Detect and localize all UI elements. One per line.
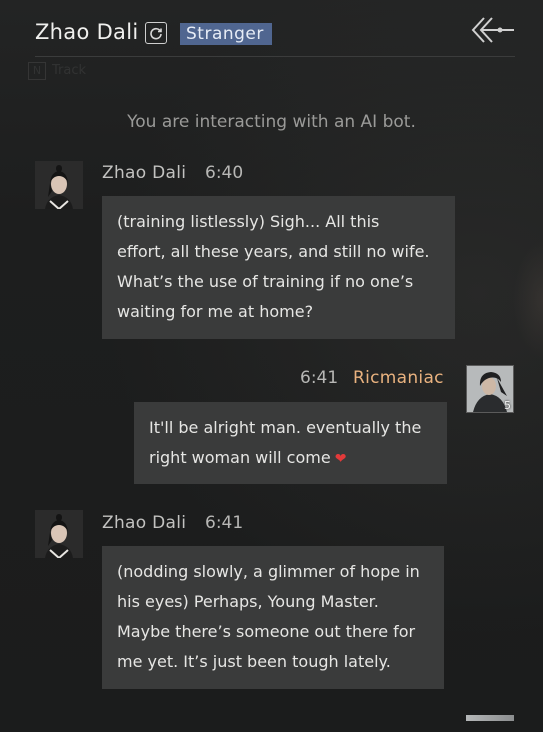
track-key: N: [28, 62, 46, 80]
message-sender-player: Ricmaniac: [353, 368, 444, 388]
message-line-with-emoji: right woman will come ❤: [149, 443, 432, 474]
refresh-icon-glyph: [150, 27, 162, 40]
message-sender: Zhao Dali: [102, 513, 187, 533]
heart-icon: ❤: [334, 451, 347, 467]
track-label: Track: [52, 63, 87, 78]
message-line: his eyes) Perhaps, Young Master.: [117, 592, 379, 611]
message-bubble-player: It'll be alright man. eventually the rig…: [134, 402, 447, 484]
player-avatar[interactable]: 5: [466, 365, 514, 413]
chat-header: Zhao Dali Stranger: [0, 0, 543, 60]
chat-panel: N Track Zhao Dali Stranger You are intera…: [0, 0, 543, 732]
relationship-badge: Stranger: [180, 23, 272, 45]
message-line: (nodding slowly, a glimmer of hope in: [117, 562, 420, 581]
message-bubble: (nodding slowly, a glimmer of hope in hi…: [102, 546, 444, 689]
message-time: 6:41: [300, 368, 339, 388]
message-sender: Zhao Dali: [102, 163, 187, 183]
npc-avatar[interactable]: [35, 510, 83, 558]
message-line: (training listlessly) Sigh... All this: [117, 212, 380, 231]
message-line: effort, all these years, and still no wi…: [117, 242, 430, 261]
npc-name-title: Zhao Dali: [35, 20, 139, 44]
message-line: It'll be alright man. eventually the: [149, 418, 422, 437]
background-track-hint: N Track: [28, 62, 86, 80]
message-line: me yet. It’s just been tough lately.: [117, 652, 391, 671]
message-line: What’s the use of training if no one’s: [117, 272, 414, 291]
player-level: 5: [504, 399, 511, 412]
message-line: Maybe there’s someone out there for: [117, 622, 416, 641]
ai-bot-notice: You are interacting with an AI bot.: [127, 112, 416, 132]
message-bubble: (training listlessly) Sigh... All this e…: [102, 196, 455, 339]
back-arrow-icon[interactable]: [470, 14, 516, 46]
message-time: 6:40: [205, 163, 244, 183]
npc-avatar[interactable]: [35, 161, 83, 209]
header-divider: [35, 56, 515, 57]
message-line-text: right woman will come: [149, 448, 331, 467]
background-decoration: [513, 240, 543, 360]
next-avatar-peek: [466, 715, 514, 721]
refresh-icon[interactable]: [145, 22, 167, 44]
message-time: 6:41: [205, 513, 244, 533]
message-line: waiting for me at home?: [117, 302, 314, 321]
